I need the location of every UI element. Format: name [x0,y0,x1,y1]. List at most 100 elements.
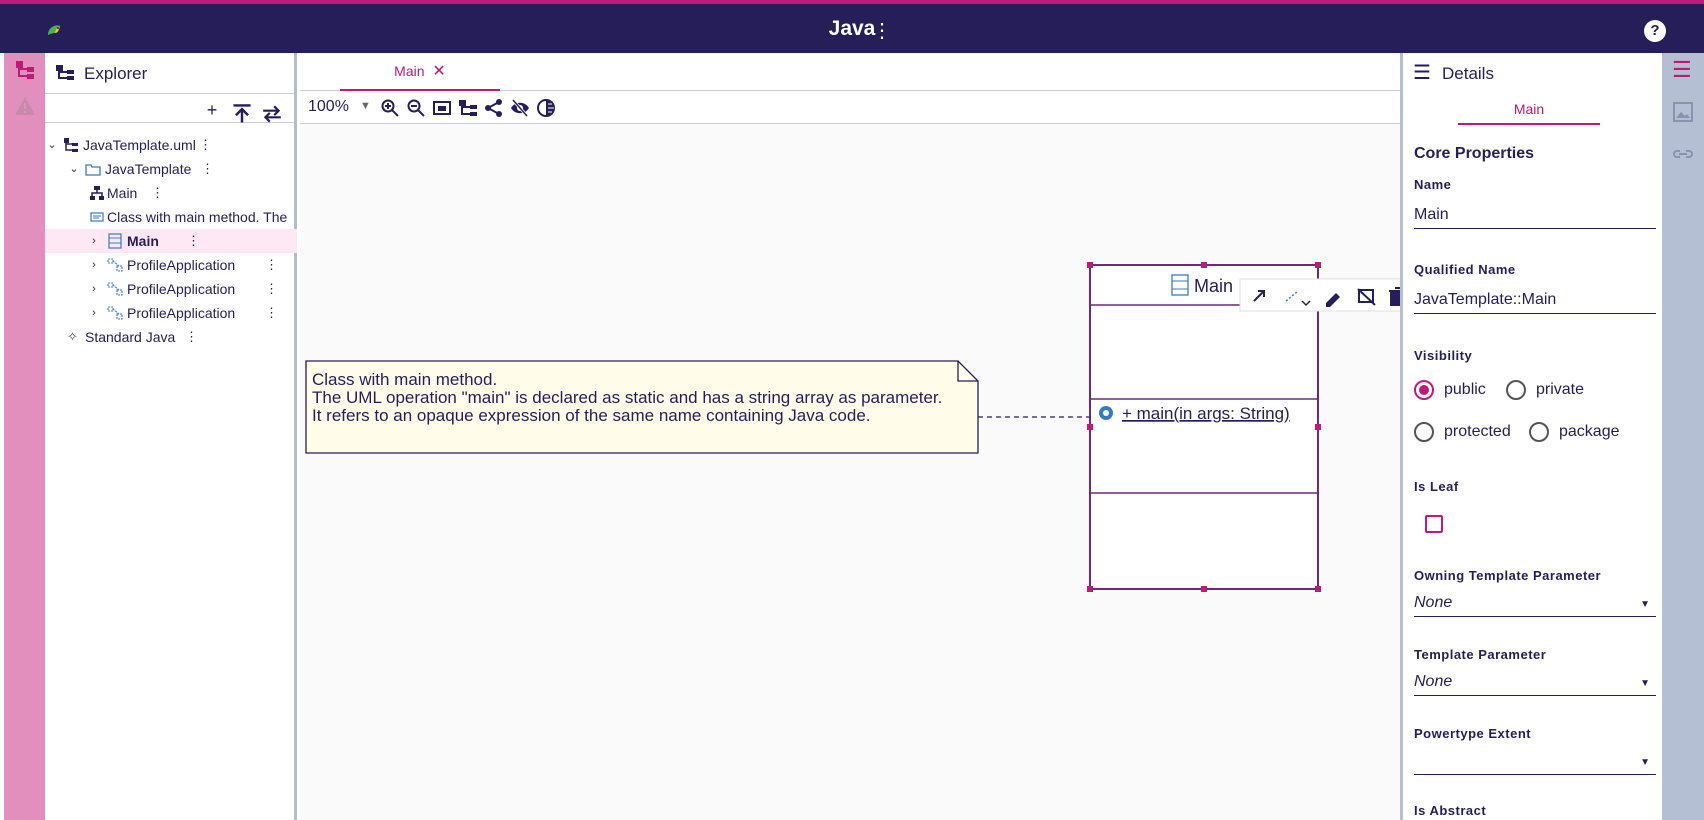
explorer-view-icon[interactable] [14,59,36,81]
class-icon [108,233,122,249]
owning-template-parameter-select[interactable]: None ▼ [1414,591,1656,617]
radio-label: package [1559,423,1620,440]
more-vert-icon[interactable]: ⋮ [872,18,892,44]
chevron-right-icon[interactable]: › [87,229,101,253]
diagram-svg: Class with main method. The UML operatio… [305,262,1400,592]
tree-node-standard-java[interactable]: ✧ Standard Java ⋮ [45,325,297,349]
hide-icon[interactable] [510,98,530,118]
fit-to-screen-icon[interactable] [432,98,452,118]
powertype-extent-select[interactable]: ▼ [1414,749,1656,775]
tab-main[interactable]: Main ✕ [340,53,500,91]
diagram-toolbar: 100% ▼ [300,92,1400,124]
left-activity-rail [4,53,45,820]
help-icon[interactable]: ? [1644,20,1666,42]
link-icon[interactable] [1672,143,1694,165]
image-icon[interactable] [1672,101,1694,123]
delete-icon[interactable] [1389,287,1400,306]
section-title: Core Properties [1414,145,1535,162]
element-palette [1239,278,1400,312]
explorer-toolbar: + [45,93,294,123]
radio-circle [1506,380,1526,400]
tree-node-label: Main [107,185,138,201]
class-operation[interactable]: + main(in args: String) [1122,404,1290,423]
explorer-icon [56,65,74,80]
note-line-1: Class with main method. [312,370,497,389]
node-menu-icon[interactable]: ⋮ [265,277,278,301]
arrange-all-icon[interactable] [458,98,478,118]
node-menu-icon[interactable]: ⋮ [201,157,214,181]
explorer-panel: Explorer + ⌄ JavaTemplate.uml ⋮ ⌄ JavaTe… [45,53,297,820]
tree-node-profile-application[interactable]: › ProfileApplication ⋮ [45,277,297,301]
chevron-down-icon[interactable]: ▼ [1640,757,1650,768]
details-header: ☰ Details [1403,53,1662,93]
tree-node-main-class[interactable]: › Main ⋮ [45,229,297,253]
class-name: Main [1194,276,1233,296]
zoom-out-icon[interactable] [406,98,426,118]
chevron-down-icon[interactable]: ▼ [1640,678,1650,689]
node-menu-icon[interactable]: ⋮ [265,253,278,277]
radio-circle [1414,380,1434,400]
details-panel: ☰ Details Main Core Properties Name Main… [1400,53,1662,820]
chevron-down-icon[interactable]: ⌄ [45,133,59,157]
zoom-in-icon[interactable] [380,98,400,118]
node-menu-icon[interactable]: ⋮ [265,301,278,325]
warning-icon[interactable] [14,95,36,117]
tree-node-label: Standard Java [85,329,176,345]
note-line-3: It refers to an opaque expression of the… [312,406,871,425]
tree-node-label: JavaTemplate [105,161,192,177]
tree-node-javatemplate-uml[interactable]: ⌄ JavaTemplate.uml ⋮ [45,133,297,157]
node-menu-icon[interactable]: ⋮ [151,181,164,205]
radio-circle [1529,422,1549,442]
node-menu-icon[interactable]: ⋮ [199,133,212,157]
tree-node-label: Main [127,233,159,249]
app-logo-icon[interactable] [44,21,64,41]
tree-node-label: ProfileApplication [127,257,236,273]
editor-tabbar: Main ✕ [300,53,1400,91]
is-leaf-checkbox[interactable] [1425,515,1443,533]
tree-node-profile-application[interactable]: › ProfileApplication ⋮ [45,301,297,325]
name-field[interactable]: Main [1414,203,1656,229]
explorer-header: Explorer [45,53,294,93]
chevron-right-icon[interactable]: › [87,277,101,301]
diagram-canvas[interactable]: Class with main method. The UML operatio… [300,125,1400,820]
powertype-extent-label: Powertype Extent [1414,726,1532,741]
tree-node-label: ProfileApplication [127,305,236,321]
details-view-icon[interactable]: ☰ [1672,57,1692,83]
radio-circle [1414,422,1434,442]
package-icon [85,164,101,176]
profile-application-icon [107,282,123,296]
qualified-name-label: Qualified Name [1414,262,1516,277]
app-header: Java ⋮ ? [0,0,1704,53]
tree-node-comment[interactable]: Class with main method. The [45,205,297,229]
menu-icon[interactable]: ☰ [1413,63,1433,83]
chevron-right-icon[interactable]: › [87,253,101,277]
chevron-right-icon[interactable]: › [87,301,101,325]
visibility-label: Visibility [1414,348,1473,363]
zoom-select[interactable]: 100% [308,98,349,116]
chevron-down-icon[interactable]: ⌄ [67,157,81,181]
chevron-down-icon[interactable]: ▼ [1640,599,1650,610]
upload-icon[interactable] [231,103,253,125]
contrast-icon[interactable] [536,98,556,118]
tab-main-details[interactable]: Main [1458,93,1600,125]
node-menu-icon[interactable]: ⋮ [187,229,200,253]
swap-icon[interactable] [261,103,283,125]
radio-label: protected [1444,423,1511,440]
tree-node-profile-application[interactable]: › ProfileApplication ⋮ [45,253,297,277]
note-shape[interactable]: Class with main method. The UML operatio… [305,360,979,454]
qualified-name-field[interactable]: JavaTemplate::Main [1414,288,1656,314]
share-icon[interactable] [484,98,504,118]
close-icon[interactable]: ✕ [432,63,445,80]
is-leaf-label: Is Leaf [1414,479,1459,494]
node-menu-icon[interactable]: ⋮ [185,325,198,349]
diagram-editor: Main ✕ 100% ▼ Class with main method. Th… [300,53,1400,820]
add-icon[interactable]: + [201,99,223,121]
comment-icon [90,212,104,222]
chevron-down-icon[interactable]: ▼ [360,100,371,112]
profile-icon: ✧ [67,329,78,344]
tree-node-main-diagram[interactable]: Main ⋮ [45,181,297,205]
right-activity-rail: ☰ [1662,53,1704,820]
tree-node-javatemplate[interactable]: ⌄ JavaTemplate ⋮ [45,157,297,181]
name-label: Name [1414,177,1452,192]
template-parameter-select[interactable]: None ▼ [1414,670,1656,696]
